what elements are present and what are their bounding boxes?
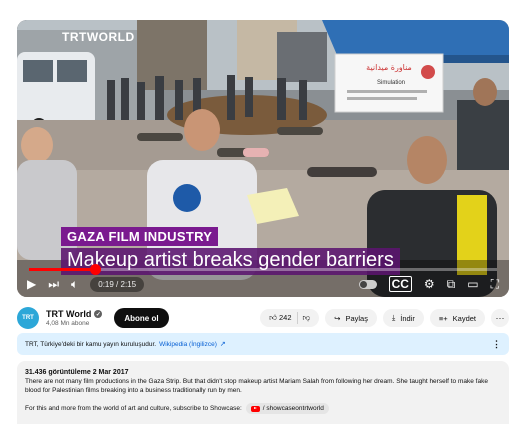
- video-player[interactable]: مناورة ميدانية Simulation TRTWORLD GAZA …: [17, 20, 509, 297]
- channel-link-text: / showcaseontrtworld: [262, 405, 324, 412]
- settings-icon[interactable]: ⚙: [424, 278, 435, 290]
- description-box[interactable]: 31.436 görüntüleme 2 Mar 2017 There are …: [17, 361, 509, 424]
- time-display: 0:19 / 2:15: [90, 276, 145, 292]
- autoplay-toggle[interactable]: [358, 279, 377, 289]
- dislike-button[interactable]: 👎︎: [303, 313, 311, 323]
- channel-name[interactable]: TRT World ✓: [46, 309, 103, 319]
- cta-text: For this and more from the world of art …: [25, 405, 242, 412]
- like-dislike-group: 👍︎ 242 👎︎: [260, 309, 320, 327]
- channel-info: TRT World ✓ 4,08 Mn abone: [46, 309, 103, 327]
- youtube-watch-page: مناورة ميدانية Simulation TRTWORLD GAZA …: [0, 0, 511, 424]
- sign-subtitle: Simulation: [377, 80, 405, 86]
- player-controls: ▶ ⏭ 🔈︎ 0:19 / 2:15 CC ⚙ ⧉ ▭ ⛶: [17, 271, 509, 297]
- youtube-icon: [250, 405, 260, 412]
- channel-row: TRT TRT World ✓ 4,08 Mn abone Abone ol 👍…: [17, 305, 509, 331]
- like-button[interactable]: 👍︎ 242: [269, 313, 291, 323]
- wikipedia-link[interactable]: Wikipedia (İngilizce): [159, 341, 217, 348]
- title-card-kicker: GAZA FILM INDUSTRY: [61, 227, 219, 246]
- channel-watermark: TRTWORLD: [62, 30, 135, 44]
- save-label: Kaydet: [452, 313, 476, 323]
- save-playlist-icon: ≡+: [438, 313, 448, 323]
- fullscreen-icon[interactable]: ⛶: [491, 278, 499, 290]
- sign-title: مناورة ميدانية: [366, 63, 412, 72]
- more-actions-button[interactable]: ···: [491, 309, 509, 327]
- channel-name-text[interactable]: TRT World: [46, 309, 91, 319]
- subtitles-icon[interactable]: CC: [388, 276, 412, 292]
- like-count: 242: [279, 313, 292, 322]
- subscriber-count: 4,08 Mn abone: [46, 320, 90, 327]
- save-button[interactable]: ≡+ Kaydet: [429, 309, 485, 327]
- verified-icon: ✓: [94, 310, 103, 318]
- download-icon: ⤓: [391, 313, 396, 322]
- next-icon[interactable]: ⏭: [48, 278, 59, 290]
- play-icon[interactable]: ▶: [27, 278, 36, 290]
- channel-avatar[interactable]: TRT: [17, 307, 39, 329]
- download-label: İndir: [400, 313, 415, 323]
- volume-icon[interactable]: 🔈︎: [71, 278, 78, 290]
- description-text: There are not many film productions in t…: [25, 378, 488, 394]
- info-panel: TRT, Türkiye'deki bir kamu yayın kuruluş…: [17, 333, 509, 355]
- info-panel-menu-icon[interactable]: ⋮: [492, 339, 501, 350]
- miniplayer-icon[interactable]: ⧉: [447, 278, 456, 290]
- share-label: Paylaş: [345, 313, 368, 323]
- download-button[interactable]: ⤓ İndir: [382, 309, 424, 327]
- external-link-icon: ↗: [219, 341, 226, 348]
- theater-icon[interactable]: ▭: [467, 278, 478, 290]
- info-panel-text: TRT, Türkiye'deki bir kamu yayın kuruluş…: [25, 340, 157, 348]
- subscribe-button[interactable]: Abone ol: [114, 308, 169, 328]
- share-icon: ↪: [334, 313, 341, 323]
- share-button[interactable]: ↪ Paylaş: [325, 309, 377, 327]
- view-count-date: 31.436 görüntüleme 2 Mar 2017: [25, 369, 129, 376]
- channel-link-chip[interactable]: / showcaseontrtworld: [245, 403, 329, 414]
- description-cta: For this and more from the world of art …: [25, 403, 501, 414]
